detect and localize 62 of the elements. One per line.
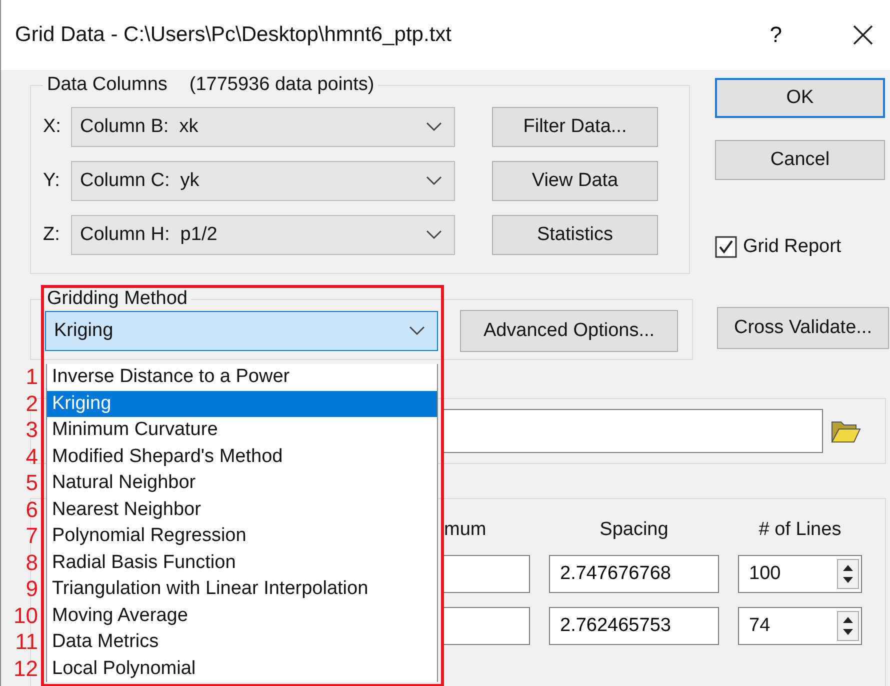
dropdown-option[interactable]: Kriging (46, 390, 438, 417)
column-dropdown[interactable]: Column B: xk (71, 107, 455, 147)
chevron-icon (426, 176, 442, 186)
data-point-count: (1775936 data points) (189, 74, 374, 95)
spinner-arrows-icon[interactable] (837, 559, 859, 589)
axis-label: X: (43, 116, 62, 138)
group-title: Gridding Method (47, 288, 188, 309)
annotation-number: 11 (14, 629, 39, 656)
dropdown-option[interactable]: Moving Average (46, 602, 438, 629)
spinner-arrows-icon[interactable] (837, 611, 859, 641)
column-header: # of Lines (758, 519, 842, 541)
close-icon[interactable] (852, 24, 874, 46)
chevron-icon (409, 326, 425, 336)
group-title: Data Columns (47, 74, 168, 95)
checkbox[interactable] (715, 236, 737, 258)
dropdown-option[interactable]: Natural Neighbor (46, 470, 438, 496)
chevron-icon (426, 122, 442, 132)
dropdown-option[interactable]: Radial Basis Function (46, 550, 438, 576)
help-button[interactable]: ? (770, 22, 782, 48)
maximum-field[interactable] (442, 607, 530, 645)
column-header: Spacing (598, 519, 670, 541)
spacing-field[interactable]: 2.762465753 (549, 607, 719, 645)
method-dropdown[interactable]: Kriging (45, 311, 438, 351)
spacing-field[interactable]: 2.747676768 (549, 555, 719, 593)
dropdown-option[interactable]: Polynomial Regression (46, 523, 438, 550)
dropdown-option[interactable]: Minimum Curvature (46, 417, 438, 444)
annotation-number: 5 (24, 470, 39, 496)
dropdown-option[interactable]: Nearest Neighbor (46, 496, 438, 523)
annotation-number: 9 (24, 576, 39, 602)
annotation-number: 4 (24, 444, 39, 470)
column-header: mum (443, 519, 488, 541)
window-title: Grid Data - C:\Users\Pc\Desktop\hmnt6_ptp.txt (15, 23, 452, 47)
file-path-field[interactable] (441, 409, 823, 453)
advanced-options-button[interactable]: Advanced Options... (460, 310, 678, 352)
annotation-number: 3 (24, 417, 39, 444)
dialog-button[interactable]: Cancel (715, 140, 885, 180)
column-dropdown[interactable]: Column C: yk (71, 161, 455, 201)
dropdown-option[interactable]: Local Polynomial (46, 656, 438, 682)
annotation-number: 12 (12, 656, 39, 682)
dialog-button[interactable]: Statistics (492, 215, 658, 255)
axis-label: Y: (43, 170, 61, 192)
dialog-button[interactable]: Filter Data... (492, 107, 658, 147)
column-dropdown[interactable]: Column H: p1/2 (71, 215, 455, 255)
cross-validate-button[interactable]: Cross Validate... (717, 307, 889, 349)
dropdown-option[interactable]: Triangulation with Linear Interpolation (46, 576, 438, 602)
dialog-button[interactable]: OK (715, 78, 885, 118)
dialog-button[interactable]: View Data (492, 161, 658, 201)
line-count-spinner[interactable]: 100 (738, 555, 862, 593)
annotation-number: 7 (24, 523, 39, 550)
maximum-field[interactable] (442, 555, 530, 593)
annotation-number: 8 (24, 550, 39, 576)
annotation-number: 6 (24, 496, 39, 523)
dropdown-option[interactable]: Modified Shepard's Method (46, 444, 438, 470)
chevron-icon (426, 230, 442, 240)
annotation-number: 2 (24, 390, 39, 417)
line-count-spinner[interactable]: 74 (738, 607, 862, 645)
annotation-number: 1 (24, 364, 39, 390)
annotation-number: 10 (12, 602, 39, 629)
checkbox-label: Grid Report (743, 236, 842, 258)
dropdown-option[interactable]: Data Metrics (46, 629, 438, 656)
axis-label: Z: (43, 224, 61, 246)
dropdown-option[interactable]: Inverse Distance to a Power (46, 364, 438, 390)
